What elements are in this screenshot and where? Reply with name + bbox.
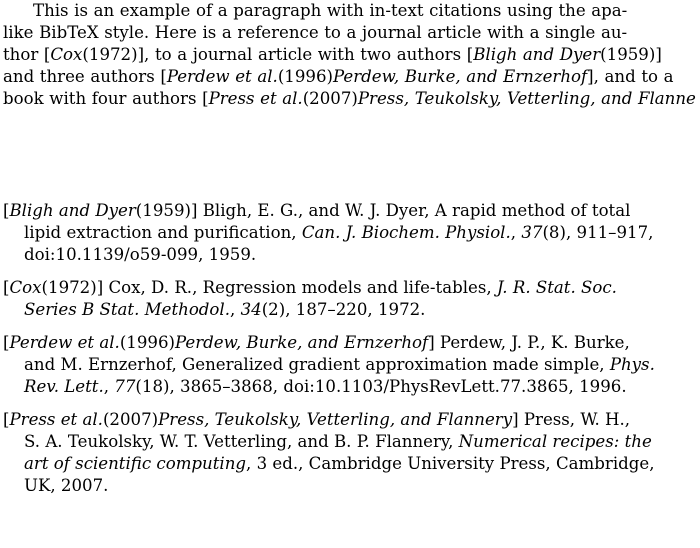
bibliography-entry-line: UK, 2007.: [24, 475, 697, 497]
roman-run: ] Press, W. H.,: [512, 410, 631, 429]
bibliography-entry-line: Rev. Lett., 77(18), 3865–3868, doi:10.11…: [24, 376, 697, 398]
paragraph-line-clipped: book with four authors [Press et al.(200…: [3, 88, 697, 110]
bibliography-entry: [Bligh and Dyer(1959)] Bligh, E. G., and…: [3, 200, 697, 266]
bibliography-entry-line: doi:10.1139/o59-099, 1959.: [24, 244, 697, 266]
italic-run: Bligh and Dyer: [9, 201, 136, 220]
roman-run: (18), 3865–3868, doi:10.1103/PhysRevLett…: [135, 377, 627, 396]
bibliography-entry-line: lipid extraction and purification, Can. …: [24, 222, 697, 244]
italic-run: 77: [114, 377, 136, 396]
italic-run: 34: [240, 300, 262, 319]
italic-run: Press et al.: [208, 89, 303, 108]
roman-run: (2007): [102, 410, 159, 429]
intro-paragraph: This is an example of a paragraph with i…: [3, 0, 697, 110]
italic-run: Perdew, Burke, and Ernzerhof: [333, 67, 588, 86]
paragraph-line: and three authors [Perdew et al.(1996)Pe…: [3, 66, 697, 88]
bibliography-entry: [Perdew et al.(1996)Perdew, Burke, and E…: [3, 332, 697, 398]
bibliography-entry-line: and M. Ernzerhof, Generalized gradient a…: [24, 354, 697, 376]
roman-run: (1972)], to a journal article with two a…: [82, 45, 474, 64]
roman-run: thor [: [3, 45, 51, 64]
roman-run: (2007): [302, 89, 358, 108]
italic-run: Series B Stat. Methodol.: [24, 300, 231, 319]
bibliography-entry-first-line: [Bligh and Dyer(1959)] Bligh, E. G., and…: [3, 200, 697, 222]
italic-run: Phys.: [609, 355, 655, 374]
italic-run: Press, Teukolsky, Vetterling, and Flanne…: [158, 410, 513, 429]
italic-run: Cox: [50, 45, 83, 64]
italic-run: Bligh and Dyer: [473, 45, 601, 64]
roman-run: (1959)] Bligh, E. G., and W. J. Dyer, A …: [135, 201, 631, 220]
italic-run: Rev. Lett.: [24, 377, 104, 396]
paragraph-line: thor [Cox(1972)], to a journal article w…: [3, 44, 697, 66]
roman-run: (8), 911–917,: [542, 223, 654, 242]
bibliography-entry-line: S. A. Teukolsky, W. T. Vetterling, and B…: [24, 431, 697, 453]
italic-run: J. R. Stat. Soc.: [496, 278, 617, 297]
roman-run: ,: [103, 377, 115, 396]
italic-run: Perdew et al.: [166, 67, 278, 86]
roman-run: ,: [230, 300, 241, 319]
roman-run: (1959)]: [600, 45, 662, 64]
roman-run: and M. Ernzerhof, Generalized gradient a…: [24, 355, 610, 374]
italic-run: Perdew et al.: [9, 333, 120, 352]
roman-run: (1996): [119, 333, 176, 352]
bibliography-list: [Bligh and Dyer(1959)] Bligh, E. G., and…: [3, 200, 697, 497]
italic-run: 37: [521, 223, 543, 242]
bibliography-entry-line: art of scientific computing, 3 ed., Camb…: [24, 453, 697, 475]
bibliography-entry-first-line: [Press et al.(2007)Press, Teukolsky, Vet…: [3, 409, 697, 431]
paragraph-line: like BibTeX style. Here is a reference t…: [3, 22, 697, 44]
document-page: This is an example of a paragraph with i…: [0, 0, 700, 548]
roman-run: , 3 ed., Cambridge University Press, Cam…: [246, 454, 655, 473]
italic-run: Press, Teukolsky, Vetterling, and Flanne…: [357, 89, 697, 108]
roman-run: ] Perdew, J. P., K. Burke,: [428, 333, 630, 352]
paragraph-line: This is an example of a paragraph with i…: [3, 0, 697, 22]
bibliography-entry: [Press et al.(2007)Press, Teukolsky, Vet…: [3, 409, 697, 497]
roman-run: (2), 187–220, 1972.: [261, 300, 426, 319]
roman-run: like BibTeX style. Here is a reference t…: [3, 23, 628, 42]
italic-run: Can. J. Biochem. Physiol.: [301, 223, 511, 242]
italic-run: Numerical recipes: the: [458, 432, 652, 451]
roman-run: (1996): [277, 67, 333, 86]
bibliography-entry-first-line: [Perdew et al.(1996)Perdew, Burke, and E…: [3, 332, 697, 354]
italic-run: Perdew, Burke, and Ernzerhof: [175, 333, 429, 352]
roman-run: lipid extraction and purification,: [24, 223, 302, 242]
roman-run: UK, 2007.: [24, 476, 109, 495]
roman-run: and three authors [: [3, 67, 167, 86]
roman-run: doi:10.1139/o59-099, 1959.: [24, 245, 257, 264]
roman-run: This is an example of a paragraph with i…: [33, 1, 628, 20]
roman-run: S. A. Teukolsky, W. T. Vetterling, and B…: [24, 432, 459, 451]
roman-run: ], and to a: [587, 67, 674, 86]
roman-run: ,: [510, 223, 522, 242]
roman-run: (1972)] Cox, D. R., Regression models an…: [41, 278, 497, 297]
italic-run: Cox: [9, 278, 42, 297]
bibliography-entry-first-line: [Cox(1972)] Cox, D. R., Regression model…: [3, 277, 697, 299]
roman-run: book with four authors [: [3, 89, 209, 108]
italic-run: Press et al.: [9, 410, 103, 429]
bibliography-entry: [Cox(1972)] Cox, D. R., Regression model…: [3, 277, 697, 321]
bibliography-entry-line: Series B Stat. Methodol., 34(2), 187–220…: [24, 299, 697, 321]
italic-run: art of scientific computing: [24, 454, 247, 473]
